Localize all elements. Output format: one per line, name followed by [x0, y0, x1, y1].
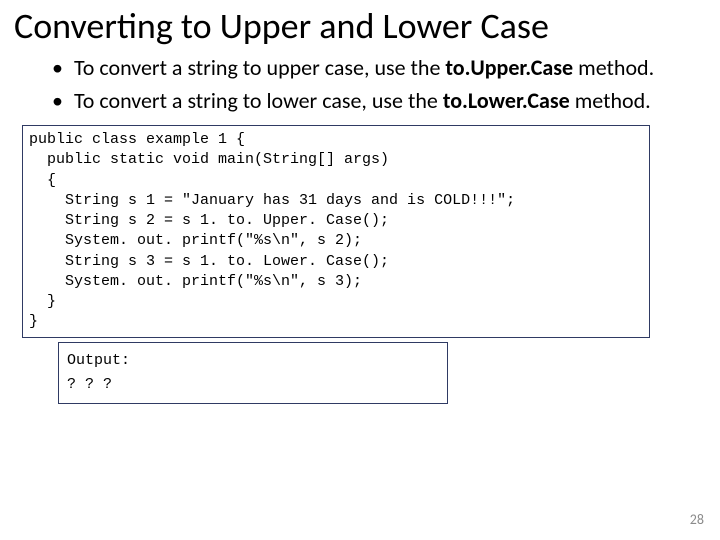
output-label: Output:	[67, 349, 439, 373]
output-value: ? ? ?	[67, 373, 439, 397]
bullet-text-post: method.	[573, 54, 654, 81]
bullet-method: to.Upper.Case	[445, 54, 573, 81]
bullet-method: to.Lower.Case	[443, 87, 570, 114]
code-block: public class example 1 { public static v…	[22, 125, 650, 338]
bullet-text-post: method.	[570, 87, 651, 114]
bullet-item: To convert a string to upper case, use t…	[52, 55, 688, 82]
bullet-list: To convert a string to upper case, use t…	[0, 47, 720, 115]
slide: Converting to Upper and Lower Case To co…	[0, 0, 720, 540]
page-number: 28	[690, 511, 704, 528]
bullet-item: To convert a string to lower case, use t…	[52, 88, 688, 115]
slide-title: Converting to Upper and Lower Case	[0, 0, 720, 47]
output-block: Output: ? ? ?	[58, 342, 448, 404]
bullet-text-pre: To convert a string to lower case, use t…	[74, 87, 443, 114]
bullet-text-pre: To convert a string to upper case, use t…	[74, 54, 445, 81]
